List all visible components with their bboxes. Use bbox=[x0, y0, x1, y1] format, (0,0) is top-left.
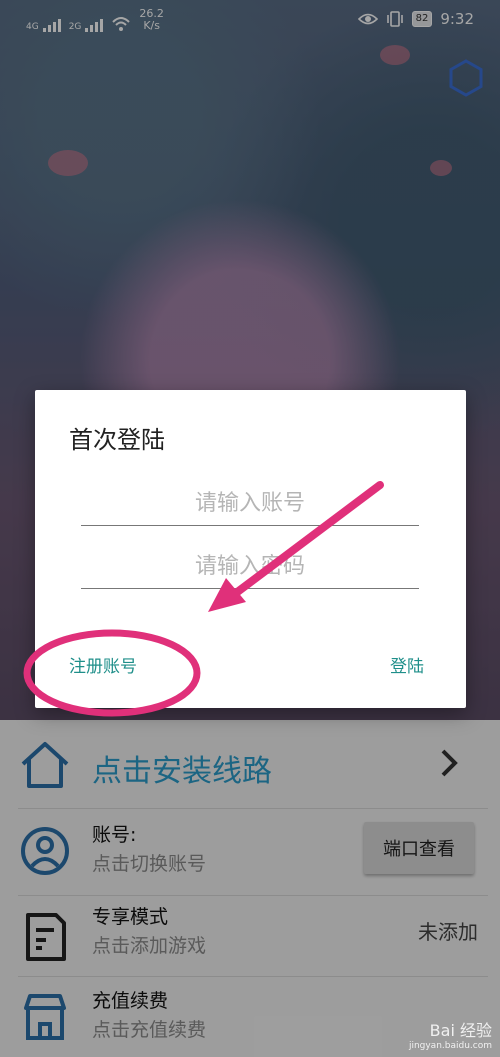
login-dialog: 首次登陆 注册账号 登陆 bbox=[35, 390, 466, 708]
watermark-main: Bai 经验 bbox=[429, 1021, 492, 1040]
login-button[interactable]: 登陆 bbox=[390, 652, 424, 677]
password-input[interactable] bbox=[81, 545, 419, 589]
account-input[interactable] bbox=[81, 482, 419, 526]
watermark-sub: jingyan.baidu.com bbox=[408, 1041, 492, 1051]
dialog-title: 首次登陆 bbox=[69, 426, 165, 454]
register-button[interactable]: 注册账号 bbox=[69, 652, 137, 677]
baidu-jingyan-watermark: Bai 经验 jingyan.baidu.com bbox=[409, 1017, 492, 1051]
